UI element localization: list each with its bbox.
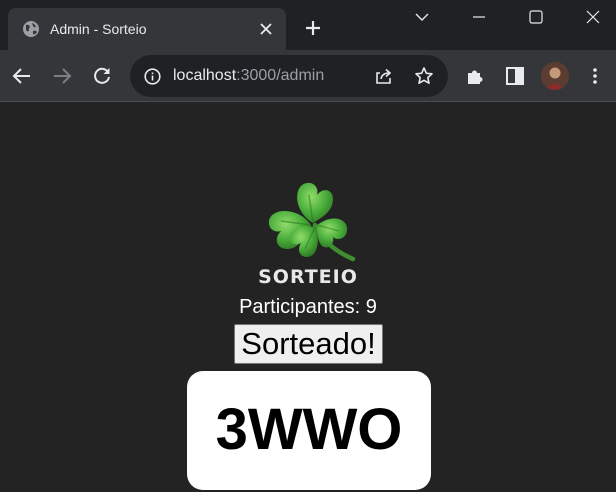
minimize-icon[interactable]: [468, 6, 490, 28]
url-text: localhost:3000/admin: [173, 67, 324, 85]
url-host: localhost: [173, 67, 237, 84]
clover-logo: [268, 182, 356, 262]
plus-icon[interactable]: [303, 18, 323, 38]
participants-count: Participantes: 9: [239, 296, 377, 318]
reload-icon[interactable]: [91, 65, 113, 87]
browser-tab[interactable]: Admin - Sorteio: [8, 8, 286, 50]
maximize-icon[interactable]: [525, 6, 547, 28]
profile-picture: [541, 62, 569, 90]
draw-button[interactable]: Sorteado!: [234, 324, 383, 364]
window-close-icon[interactable]: [582, 6, 604, 28]
address-bar[interactable]: localhost:3000/admin: [130, 55, 448, 97]
tab-title: Admin - Sorteio: [50, 21, 147, 37]
info-icon[interactable]: [144, 68, 161, 85]
page-viewport: SORTEIO Participantes: 9 Sorteado! 3WWO: [0, 102, 616, 492]
kebab-menu-icon[interactable]: [584, 65, 606, 87]
browser-titlebar: Admin - Sorteio: [0, 0, 616, 50]
star-icon[interactable]: [414, 66, 434, 86]
browser-toolbar: localhost:3000/admin: [0, 50, 616, 102]
forward-arrow-icon[interactable]: [51, 65, 73, 87]
side-panel-icon[interactable]: [504, 65, 526, 87]
close-icon[interactable]: [258, 21, 274, 37]
result-card: 3WWO: [187, 371, 431, 490]
globe-icon: [23, 21, 39, 37]
url-path: :3000/admin: [236, 67, 325, 84]
result-code: 3WWO: [215, 397, 403, 462]
chevron-down-icon[interactable]: [411, 6, 433, 28]
avatar[interactable]: [541, 62, 569, 90]
extensions-icon[interactable]: [464, 65, 486, 87]
brand-title: SORTEIO: [258, 266, 358, 288]
back-arrow-icon[interactable]: [11, 65, 33, 87]
share-icon[interactable]: [374, 66, 394, 86]
